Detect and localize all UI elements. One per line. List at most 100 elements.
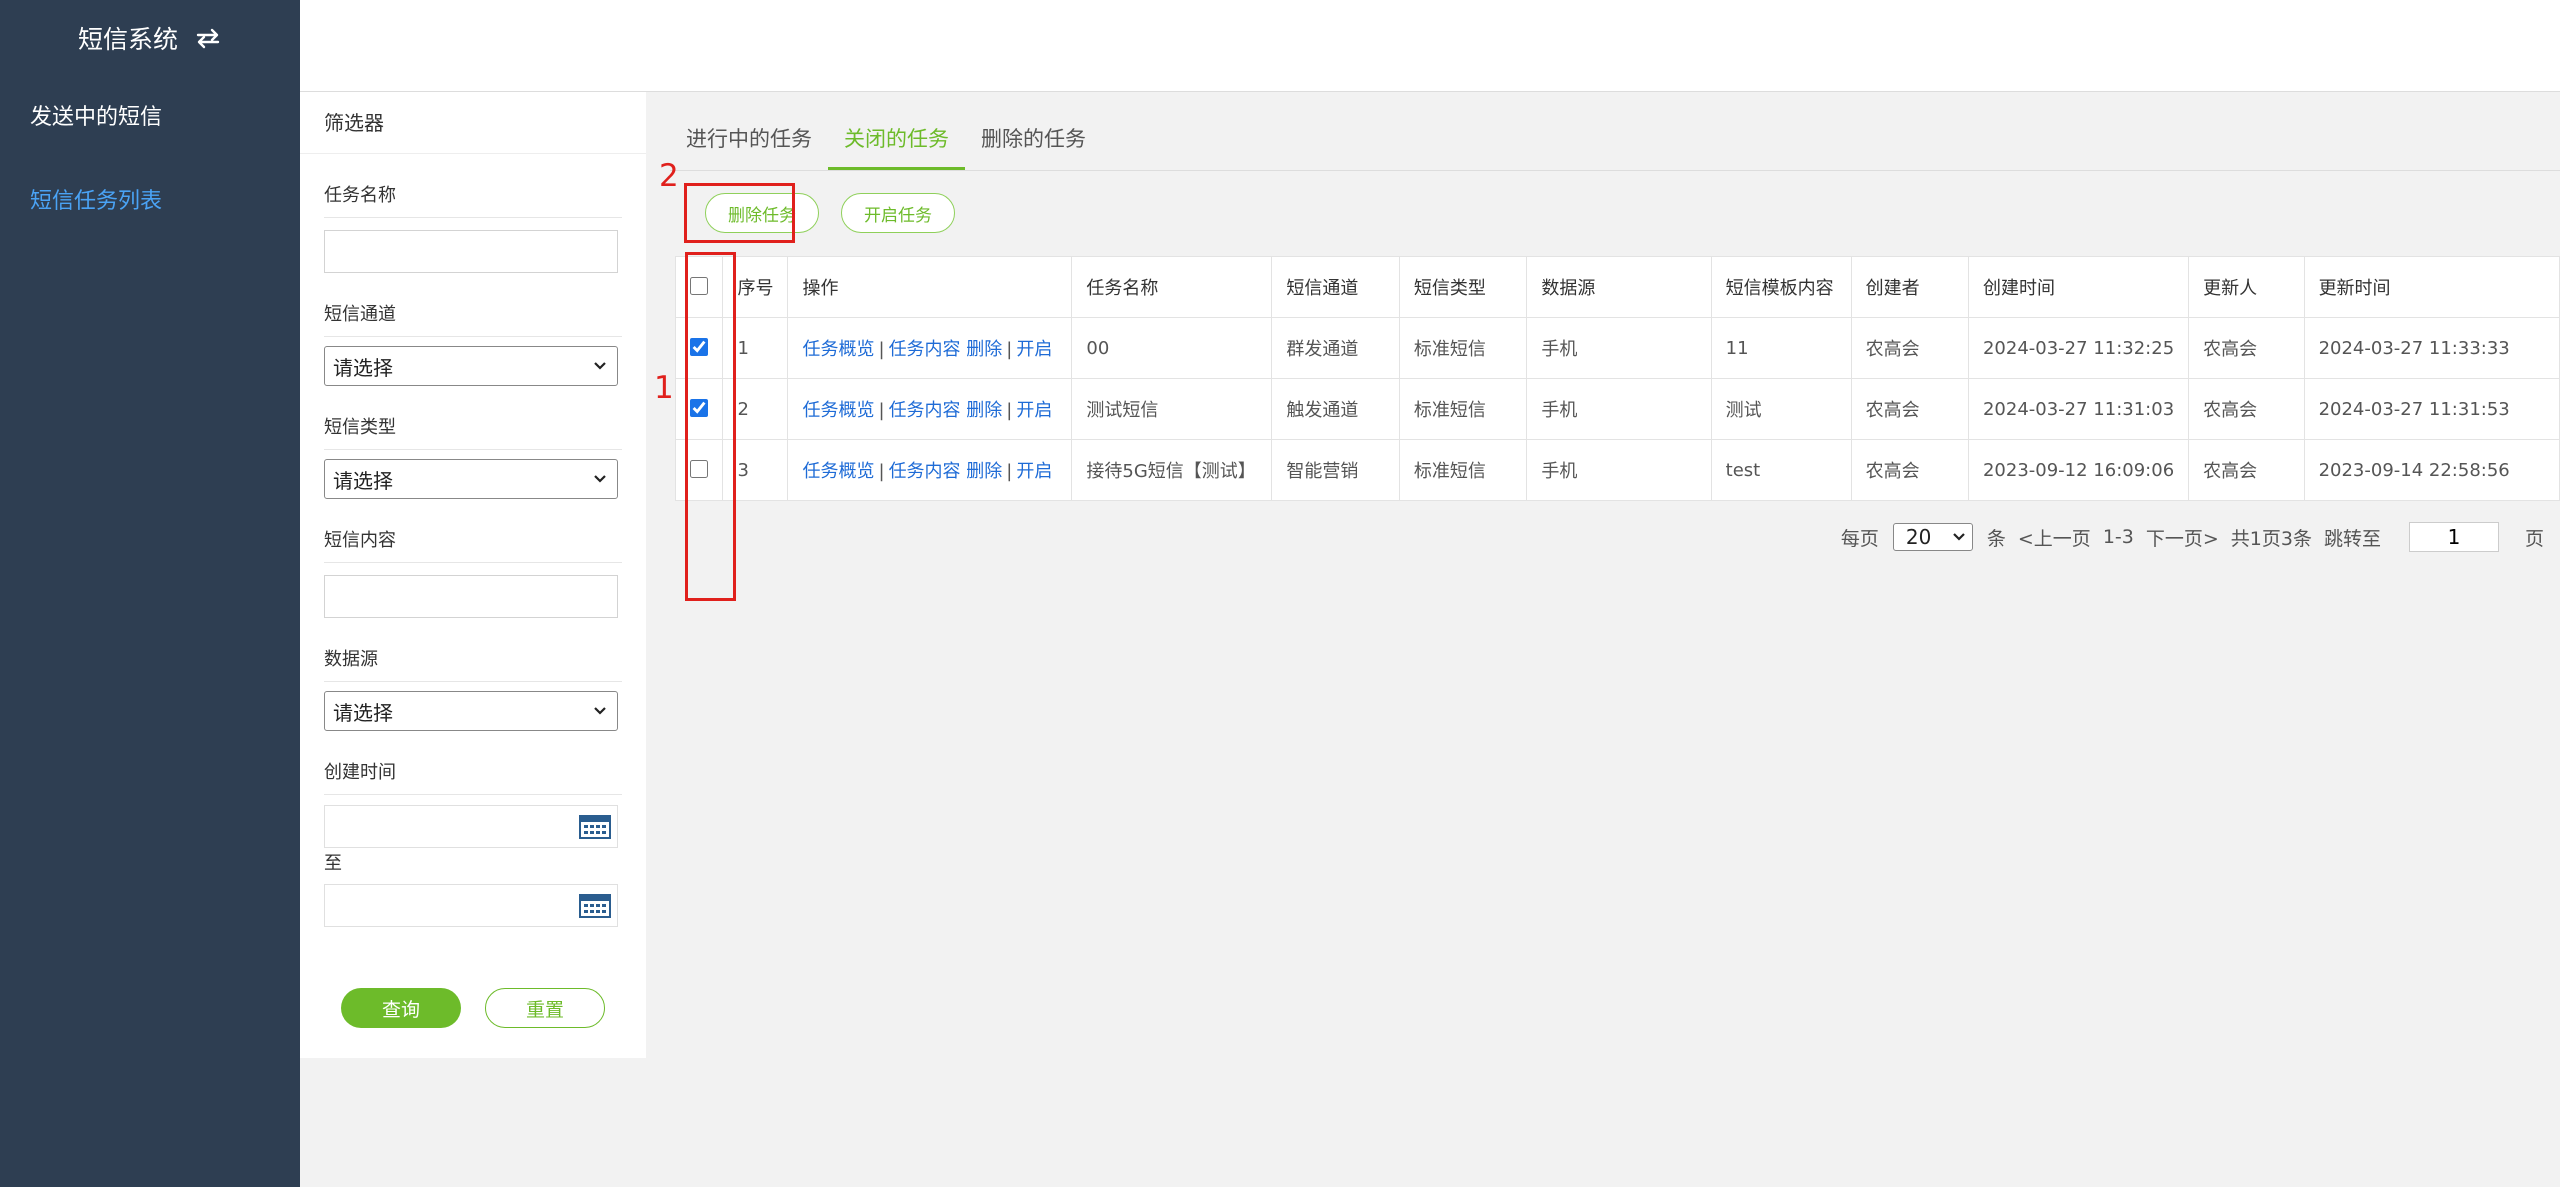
cell-task-name: 00 (1071, 317, 1273, 379)
created-time-label: 创建时间 (324, 731, 622, 795)
cell-channel: 智能营销 (1271, 439, 1400, 501)
link-separator: | (878, 461, 885, 482)
content-input[interactable] (324, 575, 618, 618)
cell-creator: 农高会 (1850, 378, 1969, 440)
sidebar-item-sms-task-list[interactable]: 短信任务列表 (0, 160, 300, 244)
cell-template: 测试 (1710, 378, 1852, 440)
annotation-box-delete (684, 183, 795, 243)
task-content-link[interactable]: 任务内容 (889, 339, 961, 360)
cell-source: 手机 (1526, 439, 1712, 501)
cell-creator: 农高会 (1850, 317, 1969, 379)
content-label: 短信内容 (324, 499, 622, 563)
source-select-value: 请选择 (333, 700, 393, 725)
cell-template: 11 (1710, 317, 1852, 379)
delete-link[interactable]: 删除 (966, 461, 1002, 482)
task-name-label: 任务名称 (324, 154, 622, 218)
col-header-actions: 操作 (787, 256, 1073, 318)
tab-deleted[interactable]: 删除的任务 (965, 114, 1102, 170)
cell-actions: 任务概览 | 任务内容 删除 | 开启 (787, 317, 1073, 379)
delete-link[interactable]: 删除 (966, 400, 1002, 421)
jump-page-input[interactable] (2408, 522, 2499, 552)
col-header-source: 数据源 (1526, 256, 1712, 318)
col-header-creator: 创建者 (1850, 256, 1969, 318)
task-name-input[interactable] (324, 230, 618, 273)
col-header-updater: 更新人 (2188, 256, 2305, 318)
task-overview-link[interactable]: 任务概览 (802, 339, 874, 360)
query-button[interactable]: 查询 (341, 988, 461, 1028)
pagination: 每页 20 条 <上一页 1-3 下一页> 共1页3条 跳转至 页 (1835, 522, 2550, 552)
page-size-select[interactable]: 20 (1892, 523, 1973, 551)
cell-template: test (1710, 439, 1852, 501)
reset-button[interactable]: 重置 (485, 988, 605, 1028)
calendar-icon[interactable] (579, 894, 611, 918)
calendar-icon[interactable] (579, 815, 611, 839)
cell-actions: 任务概览 | 任务内容 删除 | 开启 (787, 378, 1073, 440)
cell-updated: 2023-09-14 22:58:56 (2303, 439, 2560, 501)
cell-task-name: 测试短信 (1071, 378, 1273, 440)
per-page-label: 每页 (1840, 527, 1879, 550)
cell-channel: 触发通道 (1271, 378, 1400, 440)
col-header-created: 创建时间 (1967, 256, 2190, 318)
task-overview-link[interactable]: 任务概览 (802, 400, 874, 421)
tab-in-progress[interactable]: 进行中的任务 (670, 114, 828, 170)
top-bar (300, 0, 2560, 92)
sidebar-item-sending-sms[interactable]: 发送中的短信 (0, 76, 300, 160)
filter-title: 筛选器 (300, 92, 646, 154)
task-table: 序号 操作 任务名称 短信通道 短信类型 数据源 短信模板内容 创建者 创建时间… (674, 256, 2560, 501)
cell-created: 2024-03-27 11:31:03 (1967, 378, 2190, 440)
cell-updated: 2024-03-27 11:33:33 (2303, 317, 2560, 379)
enable-link[interactable]: 开启 (1016, 400, 1052, 421)
cell-actions: 任务概览 | 任务内容 删除 | 开启 (787, 439, 1073, 501)
page-range: 1-3 (2102, 526, 2134, 548)
cell-task-name: 接待5G短信【测试】 (1071, 439, 1273, 501)
task-overview-link[interactable]: 任务概览 (802, 461, 874, 482)
table-row: 1 任务概览 | 任务内容 删除 | 开启 00 群发通道 标准短信 手机 11 农高会 2024-03… (674, 317, 2560, 379)
delete-link[interactable]: 删除 (966, 339, 1002, 360)
cell-updated: 2024-03-27 11:31:53 (2303, 378, 2560, 440)
tab-closed[interactable]: 关闭的任务 (828, 114, 965, 170)
task-content-link[interactable]: 任务内容 (889, 461, 961, 482)
task-tabs: 进行中的任务 关闭的任务 删除的任务 (670, 114, 1102, 170)
cell-type: 标准短信 (1398, 378, 1528, 440)
channel-select[interactable]: 请选择 (324, 346, 618, 386)
enable-link[interactable]: 开启 (1016, 339, 1052, 360)
cell-channel: 群发通道 (1271, 317, 1400, 379)
source-label: 数据源 (324, 618, 622, 682)
sidebar: 短信系统 发送中的短信 短信任务列表 (0, 0, 300, 1187)
col-header-task-name: 任务名称 (1071, 256, 1273, 318)
task-content-link[interactable]: 任务内容 (889, 400, 961, 421)
switch-icon[interactable] (194, 26, 222, 50)
channel-select-value: 请选择 (333, 355, 393, 380)
created-end-date[interactable] (324, 884, 618, 927)
cell-source: 手机 (1526, 317, 1712, 379)
cell-creator: 农高会 (1850, 439, 1969, 501)
col-header-channel: 短信通道 (1271, 256, 1400, 318)
chevron-down-icon (1953, 533, 1965, 541)
enable-link[interactable]: 开启 (1016, 461, 1052, 482)
annotation-label-2: 2 (659, 158, 679, 194)
link-separator: | (1006, 461, 1013, 482)
type-select[interactable]: 请选择 (324, 459, 618, 499)
prev-page-link[interactable]: <上一页 (2018, 524, 2091, 551)
type-label: 短信类型 (324, 386, 622, 450)
chevron-down-icon (594, 707, 606, 715)
page-unit-label: 页 (2524, 527, 2544, 550)
source-select[interactable]: 请选择 (324, 691, 618, 731)
created-start-date[interactable] (324, 805, 618, 848)
link-separator: | (878, 339, 885, 360)
chevron-down-icon (594, 362, 606, 370)
unit-label: 条 (1986, 527, 2006, 550)
main-content: 进行中的任务 关闭的任务 删除的任务 删除任务 开启任务 序号 操作 任务名称 … (646, 92, 2560, 1187)
cell-source: 手机 (1526, 378, 1712, 440)
app-title-text: 短信系统 (77, 25, 178, 54)
enable-task-button[interactable]: 开启任务 (841, 193, 955, 233)
link-separator: | (1006, 339, 1013, 360)
chevron-down-icon (594, 475, 606, 483)
col-header-type: 短信类型 (1398, 256, 1528, 318)
cell-type: 标准短信 (1398, 317, 1528, 379)
cell-updater: 农高会 (2188, 378, 2305, 440)
annotation-label-1: 1 (654, 370, 674, 406)
next-page-link[interactable]: 下一页> (2146, 524, 2219, 551)
col-header-template: 短信模板内容 (1710, 256, 1852, 318)
table-body: 1 任务概览 | 任务内容 删除 | 开启 00 群发通道 标准短信 手机 11 农高会 2024-03… (674, 317, 2560, 501)
